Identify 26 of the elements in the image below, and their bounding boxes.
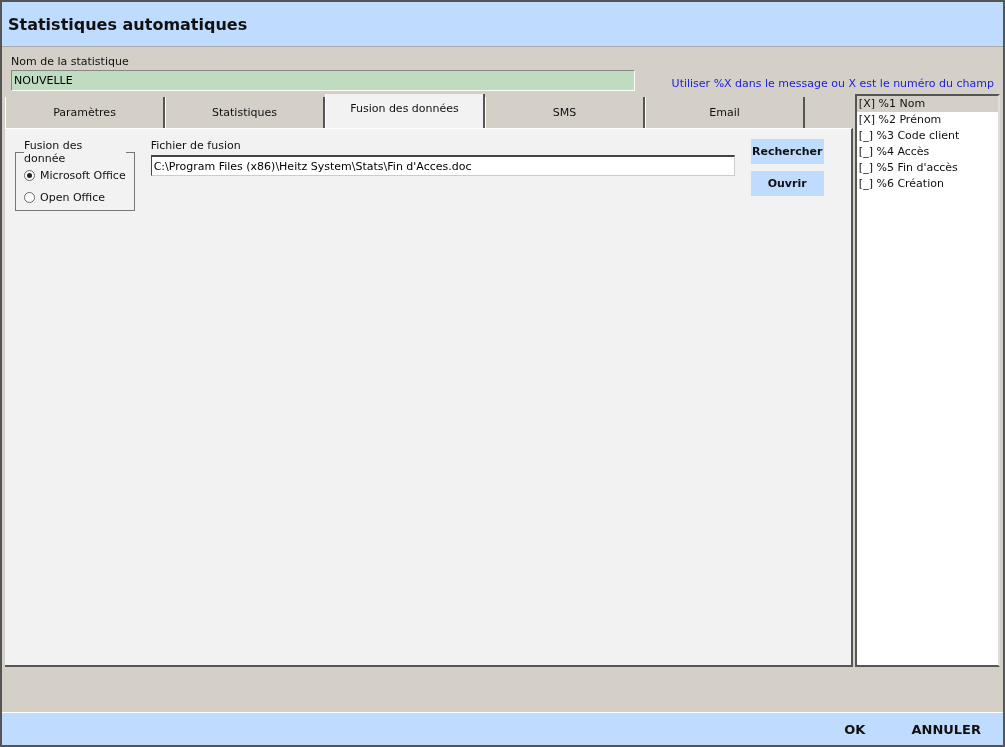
radio-option[interactable]: Open Office bbox=[24, 191, 126, 204]
action-button[interactable]: Ouvrir bbox=[750, 171, 824, 196]
window-title: Statistiques automatiques bbox=[8, 14, 248, 34]
list-item[interactable]: [X] %2 Prénom bbox=[856, 112, 998, 128]
radio-option[interactable]: Microsoft Office bbox=[24, 169, 126, 182]
hint-text: Utiliser %X dans le message ou X est le numéro du champ bbox=[671, 77, 994, 90]
tab[interactable]: Statistiques bbox=[165, 97, 325, 128]
list-item[interactable]: [X] %1 Nom bbox=[856, 96, 998, 112]
name-field[interactable]: NOUVELLE bbox=[11, 70, 635, 91]
tab[interactable]: Paramètres bbox=[5, 97, 165, 128]
footer-button[interactable]: OK bbox=[844, 721, 866, 737]
action-button[interactable]: Rechercher bbox=[750, 139, 824, 164]
list-item[interactable]: [_] %3 Code client bbox=[856, 128, 998, 144]
footer-button[interactable]: ANNULER bbox=[911, 721, 981, 737]
field-label: Nom de la statistique bbox=[11, 55, 130, 68]
list-item[interactable]: [_] %6 Création bbox=[856, 176, 998, 192]
tab[interactable]: SMS bbox=[485, 97, 645, 128]
field-label: Fichier de fusion bbox=[150, 139, 242, 152]
list-item[interactable]: [_] %5 Fin d'accès bbox=[856, 160, 998, 176]
file-path-field[interactable]: C:\Program Files (x86)\Heitz System\Stats\Fin d'Acces.doc bbox=[150, 155, 735, 176]
radio-icon[interactable] bbox=[24, 192, 35, 203]
tab[interactable]: Email bbox=[645, 97, 805, 128]
list-item[interactable]: [_] %4 Accès bbox=[856, 144, 998, 160]
radio-icon[interactable] bbox=[24, 170, 35, 181]
tab[interactable]: Fusion des données bbox=[325, 94, 485, 128]
group-legend: Fusion des donnée bbox=[24, 139, 126, 165]
